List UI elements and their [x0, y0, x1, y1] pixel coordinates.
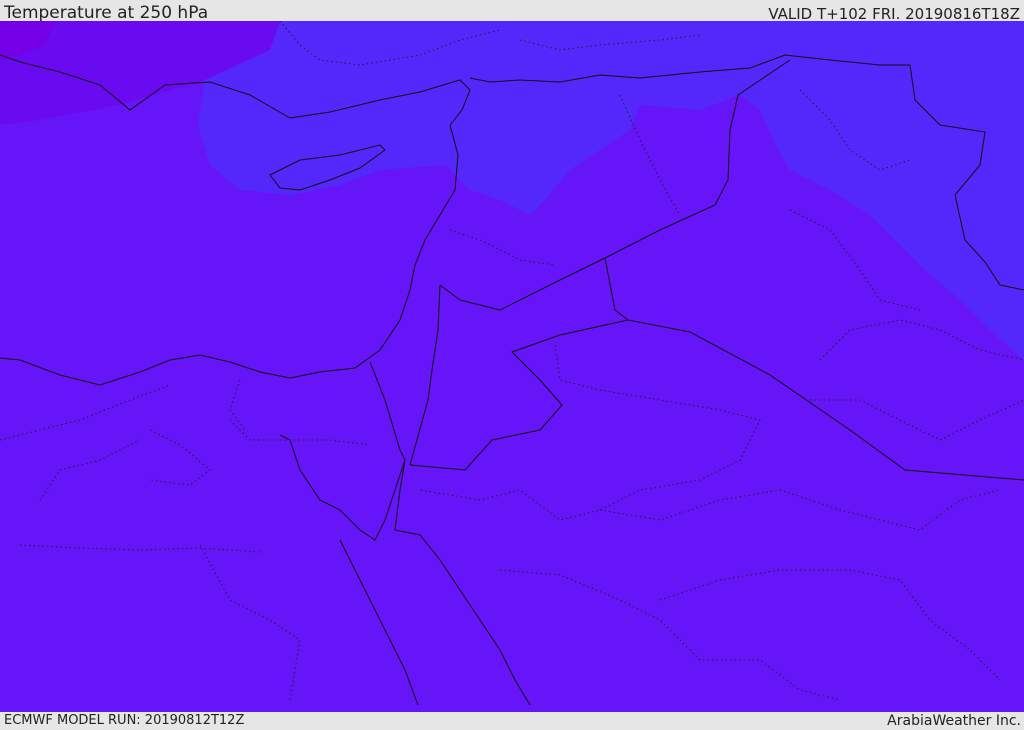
credit-label: ArabiaWeather Inc. — [887, 713, 1021, 729]
weather-map[interactable] — [0, 21, 1024, 712]
header-bar: Temperature at 250 hPa VALID T+102 FRI. … — [0, 0, 1024, 23]
map-canvas — [0, 21, 1024, 712]
map-title: Temperature at 250 hPa — [4, 3, 209, 23]
footer-bar: ECMWF MODEL RUN: 20190812T12Z ArabiaWeat… — [0, 712, 1024, 729]
model-run: ECMWF MODEL RUN: 20190812T12Z — [4, 713, 245, 728]
